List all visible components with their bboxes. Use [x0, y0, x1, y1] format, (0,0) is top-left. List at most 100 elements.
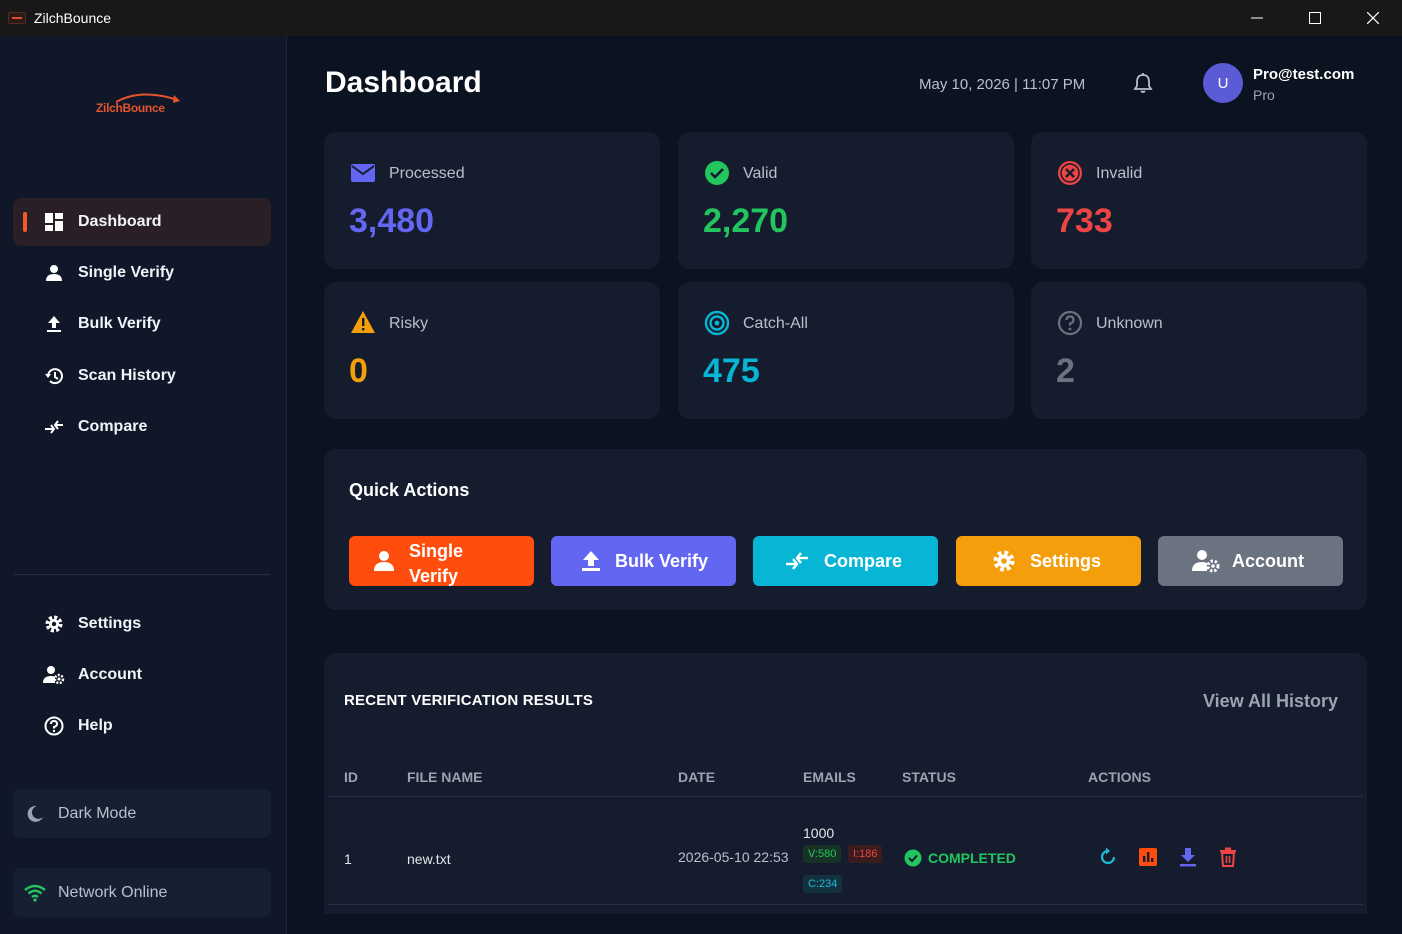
stat-card-catch-all: Catch-All 475: [678, 282, 1014, 419]
quick-action-label-line: Verify: [409, 566, 459, 586]
stat-value: 475: [703, 352, 760, 390]
close-button[interactable]: [1344, 0, 1402, 36]
wifi-icon: [23, 881, 47, 905]
minimize-button[interactable]: [1228, 0, 1286, 36]
check-circle-icon: [904, 849, 922, 867]
download-icon[interactable]: [1177, 846, 1199, 868]
sidebar-item-label: Compare: [78, 418, 148, 435]
delete-icon[interactable]: [1217, 846, 1239, 868]
sidebar-item-compare[interactable]: Compare: [13, 403, 271, 451]
status-badge: COMPLETED: [904, 849, 1016, 867]
rescan-icon[interactable]: [1097, 846, 1119, 868]
stat-label: Catch-All: [743, 315, 808, 332]
sidebar-item-scan-history[interactable]: Scan History: [13, 352, 271, 400]
avatar[interactable]: U: [1203, 63, 1243, 103]
page-title: Dashboard: [325, 66, 482, 99]
quick-settings-button[interactable]: Settings: [956, 536, 1141, 586]
network-status: Network Online: [13, 868, 271, 917]
quick-compare-button[interactable]: Compare: [753, 536, 938, 586]
account-settings-icon: [43, 664, 65, 686]
quick-action-label: Compare: [824, 551, 903, 571]
view-all-history-link[interactable]: View All History: [1203, 691, 1338, 712]
logo-text: ZilchBounce: [96, 101, 165, 115]
quick-bulk-verify-button[interactable]: Bulk Verify: [551, 536, 736, 586]
stat-card-processed: Processed 3,480: [324, 132, 660, 269]
quick-action-label: Settings: [1030, 551, 1102, 571]
stat-card-unknown: Unknown 2: [1031, 282, 1367, 419]
active-indicator: [23, 212, 27, 232]
catchall-count-badge: C:234: [803, 875, 843, 893]
compare-arrows-icon: [43, 416, 65, 438]
stat-card-valid: Valid 2,270: [678, 132, 1014, 269]
sidebar-item-label: Bulk Verify: [78, 315, 161, 332]
sidebar-item-dashboard[interactable]: Dashboard: [13, 198, 271, 246]
envelope-icon: [350, 160, 376, 186]
target-icon: [704, 310, 730, 336]
stat-label: Valid: [743, 165, 778, 182]
invalid-count-badge: I:186: [848, 845, 883, 863]
notifications-bell-icon[interactable]: [1132, 72, 1154, 94]
sidebar-item-account[interactable]: Account: [13, 651, 271, 699]
network-status-label: Network Online: [58, 884, 168, 901]
gear-icon: [43, 613, 65, 635]
window-titlebar: ZilchBounce: [0, 0, 1402, 36]
quick-action-label-line: Single: [409, 541, 464, 561]
column-header-file-name: FILE NAME: [407, 769, 483, 785]
sidebar-item-label: Single Verify: [78, 264, 175, 281]
column-header-status: STATUS: [902, 769, 956, 785]
cell-file-name: new.txt: [407, 851, 451, 867]
app-icon: [8, 12, 26, 24]
account-settings-icon: [1192, 549, 1220, 573]
window-title: ZilchBounce: [34, 10, 112, 26]
sidebar: ZilchBounce Dashboard Single Verify Bulk…: [0, 36, 287, 934]
window-controls: [1228, 0, 1402, 36]
report-chart-icon[interactable]: [1137, 846, 1159, 868]
stat-value: 2: [1056, 352, 1075, 390]
sidebar-item-bulk-verify[interactable]: Bulk Verify: [13, 300, 271, 348]
dark-mode-toggle[interactable]: Dark Mode: [13, 789, 271, 838]
recent-results-title: RECENT VERIFICATION RESULTS: [344, 692, 594, 709]
quick-action-label: Single Verify: [409, 539, 463, 589]
brand-logo: ZilchBounce: [96, 90, 188, 120]
sidebar-item-label: Account: [78, 666, 142, 683]
maximize-button[interactable]: [1286, 0, 1344, 36]
sidebar-item-label: Dashboard: [78, 213, 162, 230]
column-header-emails: EMAILS: [803, 769, 856, 785]
column-header-id: ID: [344, 769, 358, 785]
stat-value: 0: [349, 352, 368, 390]
sidebar-item-label: Scan History: [78, 367, 176, 384]
stat-label: Invalid: [1096, 165, 1143, 182]
gear-icon: [992, 549, 1016, 573]
quick-single-verify-button[interactable]: Single Verify: [349, 536, 534, 586]
check-circle-icon: [704, 160, 730, 186]
column-header-actions: ACTIONS: [1088, 769, 1151, 785]
user-icon: [43, 262, 65, 284]
quick-actions-panel: Quick Actions Single Verify Bulk Verify …: [324, 449, 1367, 610]
cell-date: 2026-05-10 22:53: [678, 849, 789, 865]
user-plan: Pro: [1253, 87, 1275, 103]
stat-label: Risky: [389, 315, 429, 332]
stat-card-risky: Risky 0: [324, 282, 660, 419]
stat-card-invalid: Invalid 733: [1031, 132, 1367, 269]
help-icon: [43, 715, 65, 737]
history-icon: [43, 365, 65, 387]
current-datetime: May 10, 2026 | 11:07 PM: [919, 76, 1086, 93]
table-header-divider: [328, 796, 1363, 797]
sidebar-divider: [14, 574, 270, 575]
stat-value: 2,270: [703, 202, 789, 240]
table-row-divider: [328, 904, 1363, 905]
upload-icon: [43, 313, 65, 335]
sidebar-item-settings[interactable]: Settings: [13, 600, 271, 648]
minimize-icon: [1251, 17, 1263, 19]
column-header-date: DATE: [678, 769, 716, 785]
close-icon: [1367, 12, 1379, 24]
sidebar-item-single-verify[interactable]: Single Verify: [13, 249, 271, 297]
quick-action-label: Bulk Verify: [615, 551, 709, 571]
user-email: Pro@test.com: [1253, 66, 1355, 83]
sidebar-item-label: Settings: [78, 615, 142, 632]
quick-actions-title: Quick Actions: [349, 480, 470, 500]
quick-account-button[interactable]: Account: [1158, 536, 1343, 586]
sidebar-item-help[interactable]: Help: [13, 702, 271, 750]
cell-emails-total: 1000: [803, 825, 835, 841]
stat-label: Unknown: [1096, 315, 1163, 332]
